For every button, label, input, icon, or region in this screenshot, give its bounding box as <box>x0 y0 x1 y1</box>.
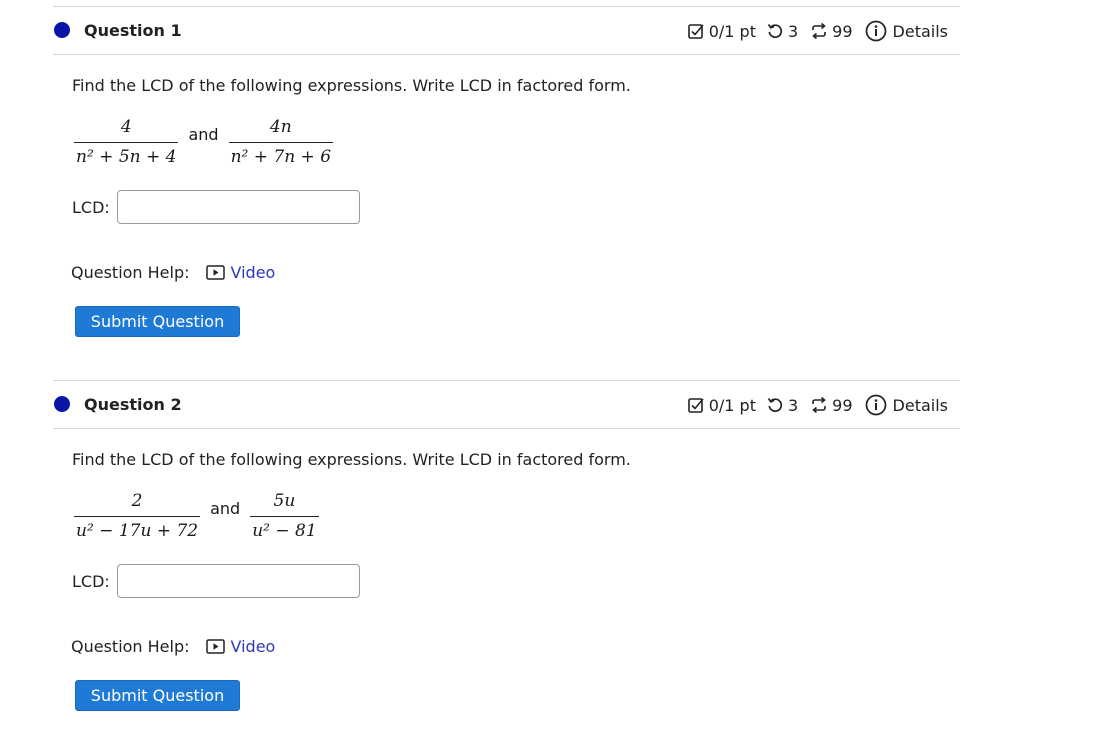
attempts-text: 3 <box>787 395 799 415</box>
video-label: Video <box>230 263 276 282</box>
info-circle-icon <box>865 20 886 42</box>
attempts-indicator: 3 <box>756 396 798 415</box>
fraction-1-denominator: n² + 5n + 4 <box>74 142 179 167</box>
and-text: and <box>188 124 219 144</box>
details-label: Details <box>892 21 948 41</box>
question-meta: 0/1 pt 3 99 Details <box>687 20 948 42</box>
question-header: Question 2 0/1 pt 3 99 Details <box>53 380 960 429</box>
lcd-input[interactable] <box>116 190 360 224</box>
lcd-input[interactable] <box>116 564 360 598</box>
fraction-2-denominator: n² + 7n + 6 <box>228 142 334 167</box>
score-indicator: 0/1 pt <box>687 396 756 415</box>
retry-icon <box>767 398 783 412</box>
video-label: Video <box>230 637 276 656</box>
repeat-icon <box>812 396 826 414</box>
score-text: 0/1 pt <box>708 21 756 41</box>
retry-icon <box>767 24 783 38</box>
tries-indicator: 99 <box>798 21 853 41</box>
details-link[interactable]: Details <box>853 394 948 416</box>
attempts-text: 3 <box>787 21 799 41</box>
score-indicator: 0/1 pt <box>687 22 756 41</box>
fraction-2-numerator: 4n <box>269 117 292 137</box>
checkbox-edit-icon <box>687 398 704 413</box>
fraction-2-numerator: 5u <box>273 491 296 511</box>
info-circle-icon <box>865 394 886 416</box>
question-meta: 0/1 pt 3 99 Details <box>687 394 948 416</box>
attempts-indicator: 3 <box>756 22 798 41</box>
status-dot-icon <box>54 22 70 38</box>
details-link[interactable]: Details <box>853 20 948 42</box>
fraction-1: 2 u² − 17u + 72 <box>72 491 202 541</box>
question-title: Question 1 <box>84 21 182 40</box>
checkbox-edit-icon <box>687 24 704 39</box>
lcd-label: LCD: <box>72 197 110 217</box>
lcd-answer-row: LCD: <box>72 190 360 224</box>
fraction-2: 4n n² + 7n + 6 <box>227 117 335 167</box>
video-link[interactable]: Video <box>205 263 276 282</box>
question-help: Question Help: Video <box>71 263 275 282</box>
submit-question-button[interactable]: Submit Question <box>75 306 240 337</box>
question-2: Question 2 0/1 pt 3 99 Details Find the … <box>53 380 960 754</box>
video-link[interactable]: Video <box>205 637 276 656</box>
expression-row: 4 n² + 5n + 4 and 4n n² + 7n + 6 <box>72 114 335 170</box>
lcd-answer-row: LCD: <box>72 564 360 598</box>
question-title: Question 2 <box>84 395 182 414</box>
fraction-1-numerator: 2 <box>131 491 143 511</box>
tries-indicator: 99 <box>798 395 853 415</box>
fraction-2: 5u u² − 81 <box>248 491 320 541</box>
question-help-label: Question Help: <box>71 637 190 656</box>
fraction-1: 4 n² + 5n + 4 <box>72 117 180 167</box>
question-1: Question 1 0/1 pt 3 99 Details Find the … <box>53 6 960 380</box>
and-text: and <box>210 498 241 518</box>
question-help-label: Question Help: <box>71 263 190 282</box>
fraction-1-numerator: 4 <box>120 117 132 137</box>
status-dot-icon <box>54 396 70 412</box>
repeat-icon <box>812 22 826 40</box>
play-box-icon <box>205 639 225 654</box>
tries-text: 99 <box>832 21 853 41</box>
submit-question-button[interactable]: Submit Question <box>75 680 240 711</box>
fraction-1-denominator: u² − 17u + 72 <box>74 516 201 541</box>
play-box-icon <box>205 265 225 280</box>
question-prompt: Find the LCD of the following expression… <box>72 450 631 469</box>
details-label: Details <box>892 395 948 415</box>
tries-text: 99 <box>832 395 853 415</box>
question-prompt: Find the LCD of the following expression… <box>72 76 631 95</box>
expression-row: 2 u² − 17u + 72 and 5u u² − 81 <box>72 488 321 544</box>
question-header: Question 1 0/1 pt 3 99 Details <box>53 6 960 55</box>
lcd-label: LCD: <box>72 571 110 591</box>
fraction-2-denominator: u² − 81 <box>250 516 319 541</box>
question-help: Question Help: Video <box>71 637 275 656</box>
score-text: 0/1 pt <box>708 395 756 415</box>
